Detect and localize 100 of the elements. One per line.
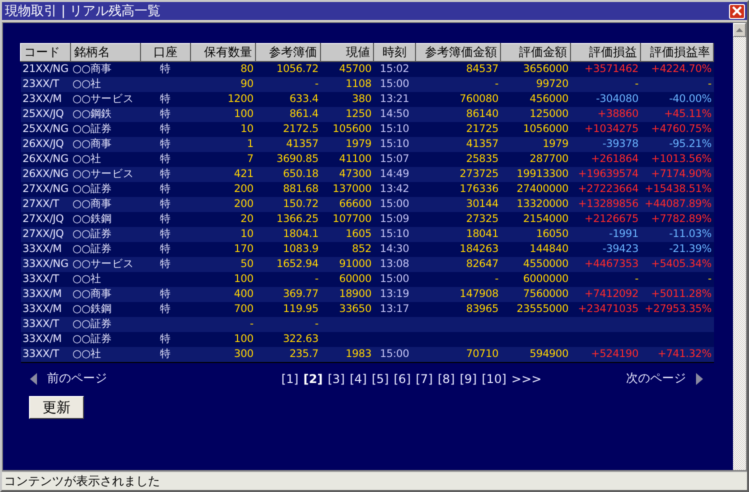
table-cell: 23555000	[500, 302, 570, 317]
table-cell: 1056.72	[256, 62, 320, 77]
table-cell: -	[416, 77, 500, 92]
page-link[interactable]: [4]	[350, 372, 367, 386]
table-cell: -11.03%	[640, 227, 714, 242]
table-cell: 41100	[320, 152, 374, 167]
column-header[interactable]: 参考簿価金額	[416, 44, 500, 62]
table-cell: ○○鉄鋼	[70, 302, 140, 317]
table-cell: -	[190, 317, 256, 332]
table-cell: 21725	[416, 122, 500, 137]
table-cell: 7	[190, 152, 256, 167]
table-cell: 421	[190, 167, 256, 182]
table-cell: 特	[140, 62, 190, 77]
table-cell: 15:10	[374, 137, 416, 152]
column-header[interactable]: コード	[20, 44, 70, 62]
column-header[interactable]: 評価損益率	[640, 44, 714, 62]
table-cell: ○○サービス	[70, 167, 140, 182]
table-cell: 1605	[320, 227, 374, 242]
table-cell: 1979	[500, 137, 570, 152]
column-header[interactable]: 口座	[140, 44, 190, 62]
table-cell: 1	[190, 137, 256, 152]
table-cell: +7782.89%	[640, 212, 714, 227]
scrollbar[interactable]	[733, 23, 746, 470]
column-header[interactable]: 評価金額	[500, 44, 570, 62]
table-cell: 1108	[320, 77, 374, 92]
table-cell: -40.00%	[640, 92, 714, 107]
table-cell: 1056000	[500, 122, 570, 137]
page-link[interactable]: [2]	[303, 372, 323, 386]
table-cell: 特	[140, 287, 190, 302]
table-cell: 144840	[500, 242, 570, 257]
table-cell: +261864	[570, 152, 640, 167]
table-cell: 184263	[416, 242, 500, 257]
close-button[interactable]	[729, 4, 745, 18]
table-cell: 18900	[320, 287, 374, 302]
table-cell: 300	[190, 347, 256, 362]
page-link[interactable]: [7]	[416, 372, 433, 386]
table-cell: 100	[190, 332, 256, 347]
previous-page-link[interactable]: 前のページ	[20, 370, 117, 387]
table-cell: 47300	[320, 167, 374, 182]
table-cell: 7560000	[500, 287, 570, 302]
table-cell: 23XX/M	[20, 92, 70, 107]
refresh-button[interactable]: 更新	[29, 396, 84, 419]
table-cell: ○○鉄鋼	[70, 212, 140, 227]
table-cell: +13289856	[570, 197, 640, 212]
table-cell: 特	[140, 197, 190, 212]
table-cell: 25XX/NG	[20, 122, 70, 137]
table-cell: 33XX/T	[20, 317, 70, 332]
column-header[interactable]: 評価損益	[570, 44, 640, 62]
table-cell: 1250	[320, 107, 374, 122]
table-cell: -	[256, 317, 320, 332]
page-link[interactable]: [6]	[394, 372, 411, 386]
table-cell: 400	[190, 287, 256, 302]
table-cell: 特	[140, 257, 190, 272]
page-link[interactable]: [9]	[460, 372, 477, 386]
more-pages-link[interactable]: >>>	[511, 372, 542, 386]
table-cell: ○○商事	[70, 197, 140, 212]
window-title: 現物取引 | リアル残高一覧	[5, 3, 161, 20]
table-cell: ○○証券	[70, 317, 140, 332]
page-link[interactable]: [10]	[482, 372, 506, 386]
table-cell: 82647	[416, 257, 500, 272]
table-cell: 633.4	[256, 92, 320, 107]
table-cell: 特	[140, 182, 190, 197]
table-cell: +741.32%	[640, 347, 714, 362]
column-header[interactable]: 保有数量	[190, 44, 256, 62]
table-cell: 14:49	[374, 167, 416, 182]
table-cell: 41357	[416, 137, 500, 152]
page-link[interactable]: [3]	[328, 372, 345, 386]
table-cell: 15:02	[374, 62, 416, 77]
column-header[interactable]: 参考簿価	[256, 44, 320, 62]
table-cell: 881.68	[256, 182, 320, 197]
table-cell: 13:08	[374, 257, 416, 272]
column-header[interactable]: 現値	[320, 44, 374, 62]
table-cell: ○○鋼鉄	[70, 107, 140, 122]
table-cell: 1983	[320, 347, 374, 362]
table-cell: 594900	[500, 347, 570, 362]
table-cell: 107700	[320, 212, 374, 227]
table-cell: 27XX/T	[20, 197, 70, 212]
table-cell: 33650	[320, 302, 374, 317]
column-header[interactable]: 時刻	[374, 44, 416, 62]
page-link[interactable]: [8]	[438, 372, 455, 386]
column-header[interactable]: 銘柄名	[70, 44, 140, 62]
next-page-link[interactable]: 次のページ	[616, 370, 713, 387]
table-cell: 21XX/NG	[20, 62, 70, 77]
table-cell: 特	[140, 107, 190, 122]
table-cell: 369.77	[256, 287, 320, 302]
table-cell: 27XX/JQ	[20, 212, 70, 227]
table-cell: 83965	[416, 302, 500, 317]
page-link[interactable]: [1]	[281, 372, 298, 386]
scroll-up-button[interactable]	[733, 23, 746, 37]
page-link[interactable]: [5]	[372, 372, 389, 386]
table-cell: 200	[190, 197, 256, 212]
table-cell: 33XX/NG	[20, 257, 70, 272]
table-cell: 33XX/T	[20, 272, 70, 287]
table-cell: 273725	[416, 167, 500, 182]
table-cell: -	[256, 77, 320, 92]
close-icon	[732, 6, 742, 16]
table-cell: 70710	[416, 347, 500, 362]
table-cell: 50	[190, 257, 256, 272]
table-cell: +524190	[570, 347, 640, 362]
table-cell: 90	[190, 77, 256, 92]
